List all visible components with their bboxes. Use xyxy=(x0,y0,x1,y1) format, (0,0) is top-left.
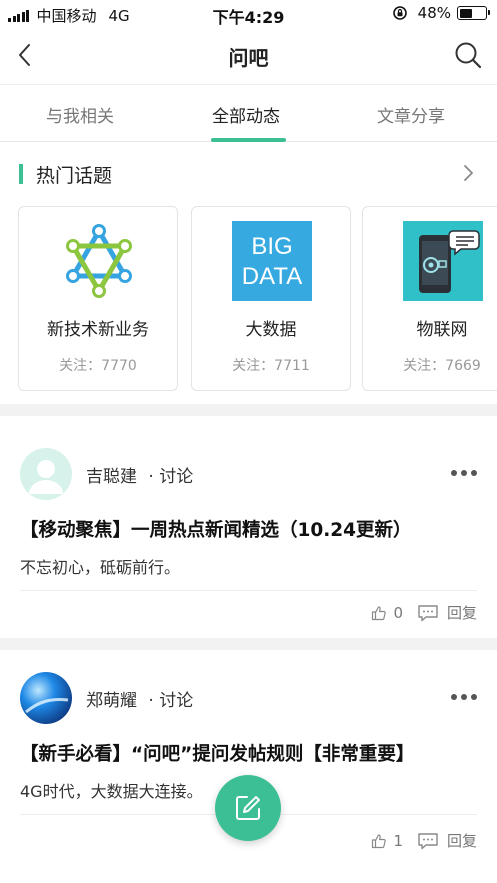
thumbs-up-icon[interactable] xyxy=(371,605,387,621)
post-excerpt: 不忘初心，砥砺前行。 xyxy=(20,558,181,577)
thumbs-up-icon[interactable] xyxy=(371,833,387,849)
more-icon[interactable] xyxy=(451,470,477,478)
tab-all-activity[interactable]: 全部动态 xyxy=(212,102,280,127)
post-author[interactable]: 吉聪建 xyxy=(86,467,137,487)
section-divider xyxy=(0,404,497,416)
tab-active-indicator xyxy=(211,138,286,142)
nav-bar: 问吧 xyxy=(0,28,497,84)
status-right: 48% xyxy=(392,4,490,22)
topic-card-big-data[interactable]: BIG DATA 大数据 关注：7711 xyxy=(191,206,351,391)
hot-topics-header[interactable]: 热门话题 xyxy=(0,150,497,196)
topic-name: 物联网 xyxy=(416,320,468,340)
battery-icon xyxy=(457,6,490,20)
post-author[interactable]: 郑萌耀 xyxy=(86,691,137,711)
reply-label[interactable]: 回复 xyxy=(447,830,477,851)
like-count: 1 xyxy=(393,831,403,850)
battery-percent: 48% xyxy=(417,4,451,22)
rotation-lock-icon xyxy=(392,6,407,20)
big-data-text-1: BIG xyxy=(251,233,292,260)
page-title: 问吧 xyxy=(228,46,269,70)
search-icon[interactable] xyxy=(453,40,483,70)
tab-bar: 与我相关 全部动态 文章分享 xyxy=(0,84,497,142)
avatar[interactable] xyxy=(20,448,72,500)
post-author-line: 吉聪建 · 讨论 xyxy=(86,462,193,487)
iot-phone-icon xyxy=(403,221,483,301)
compose-icon xyxy=(236,796,260,820)
reply-label[interactable]: 回复 xyxy=(447,602,477,623)
big-data-icon: BIG DATA xyxy=(232,221,312,301)
more-icon[interactable] xyxy=(451,694,477,702)
comment-icon[interactable] xyxy=(417,832,439,850)
post-title[interactable]: 【新手必看】“问吧”提问发帖规则【非常重要】 xyxy=(20,740,414,766)
comment-icon[interactable] xyxy=(417,604,439,622)
topic-name: 新技术新业务 xyxy=(47,320,149,340)
section-divider xyxy=(0,638,497,650)
default-avatar-icon xyxy=(20,448,72,500)
topic-card-new-tech[interactable]: 新技术新业务 关注：7770 xyxy=(18,206,178,391)
user-avatar-image xyxy=(20,672,72,724)
post-type: · 讨论 xyxy=(148,691,194,711)
hot-topics-title: 热门话题 xyxy=(36,165,113,187)
chevron-right-icon[interactable] xyxy=(461,164,475,182)
post-card[interactable]: 郑萌耀 · 讨论 【新手必看】“问吧”提问发帖规则【非常重要】 4G时代，大数据… xyxy=(0,650,497,883)
topic-follow-count: 关注：7770 xyxy=(59,358,137,374)
tab-related[interactable]: 与我相关 xyxy=(46,102,114,127)
post-card[interactable]: 吉聪建 · 讨论 【移动聚焦】一周热点新闻精选（10.24更新） 不忘初心，砥砺… xyxy=(0,416,497,638)
topic-follow-count: 关注：7669 xyxy=(403,358,481,374)
tab-articles[interactable]: 文章分享 xyxy=(377,102,445,127)
like-count: 0 xyxy=(393,603,403,622)
topic-follow-count: 关注：7711 xyxy=(232,358,310,374)
post-actions: 0 回复 xyxy=(371,602,477,623)
post-author-line: 郑萌耀 · 讨论 xyxy=(86,686,193,711)
post-excerpt: 4G时代，大数据大连接。 xyxy=(20,782,203,801)
avatar[interactable] xyxy=(20,672,72,724)
status-bar: 中国移动 4G 下午4:29 48% xyxy=(0,0,497,28)
post-actions: 1 回复 xyxy=(371,830,477,851)
compose-button[interactable] xyxy=(215,775,281,841)
hot-topics-carousel[interactable]: 新技术新业务 关注：7770 BIG DATA 大数据 关注：7711 物联网 … xyxy=(18,206,497,392)
topic-card-iot[interactable]: 物联网 关注：7669 xyxy=(362,206,497,391)
post-divider xyxy=(20,590,477,591)
post-type: · 讨论 xyxy=(148,467,194,487)
big-data-text-2: DATA xyxy=(242,263,302,290)
post-title[interactable]: 【移动聚焦】一周热点新闻精选（10.24更新） xyxy=(20,516,412,542)
battery-fill xyxy=(459,8,472,18)
hexagram-network-icon xyxy=(66,224,132,298)
topic-name: 大数据 xyxy=(245,320,297,340)
section-accent-bar xyxy=(19,164,23,184)
